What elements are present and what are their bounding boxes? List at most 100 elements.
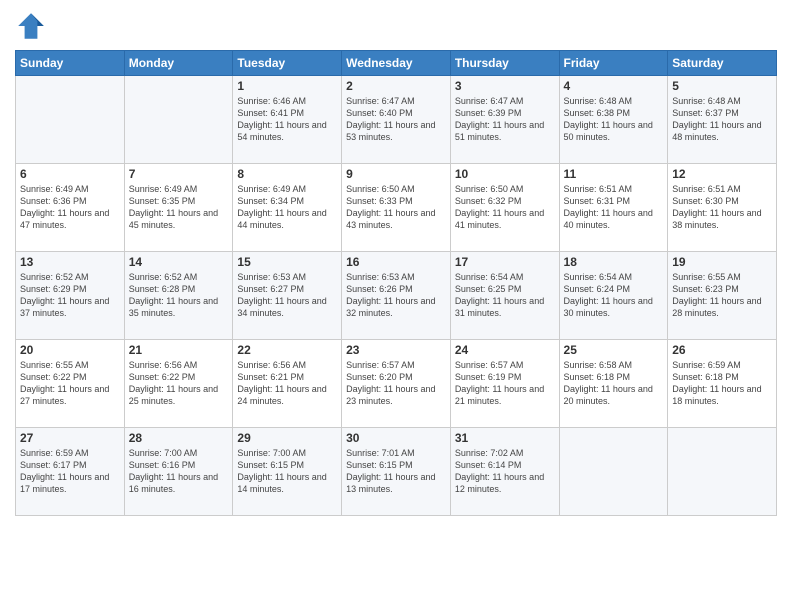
day-number: 7 [129,167,229,181]
calendar-cell: 4 Sunrise: 6:48 AM Sunset: 6:38 PM Daylig… [559,76,668,164]
day-number: 13 [20,255,120,269]
day-number: 2 [346,79,446,93]
calendar-cell: 25Sunrise: 6:58 AM Sunset: 6:18 PM Dayli… [559,340,668,428]
day-info: Sunrise: 7:00 AM Sunset: 6:16 PM Dayligh… [129,447,229,496]
logo-icon [15,10,47,42]
day-number: 6 [20,167,120,181]
calendar-cell: 6 Sunrise: 6:49 AM Sunset: 6:36 PM Daylig… [16,164,125,252]
day-info: Sunrise: 6:55 AM Sunset: 6:22 PM Dayligh… [20,359,120,408]
weekday-header: Monday [124,51,233,76]
calendar-cell: 2 Sunrise: 6:47 AM Sunset: 6:40 PM Daylig… [342,76,451,164]
calendar-cell: 24 Sunrise: 6:57 AM Sunset: 6:19 PM Dayli… [450,340,559,428]
day-info: Sunrise: 7:01 AM Sunset: 6:15 PM Dayligh… [346,447,446,496]
day-info: Sunrise: 6:53 AM Sunset: 6:27 PM Dayligh… [237,271,337,320]
day-info: Sunrise: 6:46 AM Sunset: 6:41 PM Dayligh… [237,95,337,144]
calendar-cell: 14Sunrise: 6:52 AM Sunset: 6:28 PM Dayli… [124,252,233,340]
weekday-header: Tuesday [233,51,342,76]
day-number: 16 [346,255,446,269]
calendar-cell: 7 Sunrise: 6:49 AM Sunset: 6:35 PM Daylig… [124,164,233,252]
day-number: 10 [455,167,555,181]
calendar-cell: 29 Sunrise: 7:00 AM Sunset: 6:15 PM Dayli… [233,428,342,516]
day-number: 30 [346,431,446,445]
day-info: Sunrise: 6:57 AM Sunset: 6:19 PM Dayligh… [455,359,555,408]
calendar-cell: 15 Sunrise: 6:53 AM Sunset: 6:27 PM Dayli… [233,252,342,340]
calendar-cell: 30 Sunrise: 7:01 AM Sunset: 6:15 PM Dayli… [342,428,451,516]
day-info: Sunrise: 6:48 AM Sunset: 6:38 PM Dayligh… [564,95,664,144]
day-info: Sunrise: 6:53 AM Sunset: 6:26 PM Dayligh… [346,271,446,320]
calendar-cell: 19Sunrise: 6:55 AM Sunset: 6:23 PM Dayli… [668,252,777,340]
calendar-cell: 23 Sunrise: 6:57 AM Sunset: 6:20 PM Dayli… [342,340,451,428]
calendar-cell: 1 Sunrise: 6:46 AM Sunset: 6:41 PM Daylig… [233,76,342,164]
calendar-cell: 18 Sunrise: 6:54 AM Sunset: 6:24 PM Dayli… [559,252,668,340]
day-number: 1 [237,79,337,93]
day-number: 20 [20,343,120,357]
day-info: Sunrise: 6:49 AM Sunset: 6:34 PM Dayligh… [237,183,337,232]
calendar-cell: 13 Sunrise: 6:52 AM Sunset: 6:29 PM Dayli… [16,252,125,340]
day-info: Sunrise: 7:02 AM Sunset: 6:14 PM Dayligh… [455,447,555,496]
day-number: 21 [129,343,229,357]
day-number: 3 [455,79,555,93]
calendar-cell [559,428,668,516]
calendar-cell [124,76,233,164]
calendar-cell: 17 Sunrise: 6:54 AM Sunset: 6:25 PM Dayli… [450,252,559,340]
calendar-cell: 12 Sunrise: 6:51 AM Sunset: 6:30 PM Dayli… [668,164,777,252]
day-number: 9 [346,167,446,181]
calendar-cell: 3Sunrise: 6:47 AM Sunset: 6:39 PM Daylig… [450,76,559,164]
calendar-cell: 21 Sunrise: 6:56 AM Sunset: 6:22 PM Dayli… [124,340,233,428]
day-info: Sunrise: 6:49 AM Sunset: 6:35 PM Dayligh… [129,183,229,232]
day-info: Sunrise: 6:50 AM Sunset: 6:33 PM Dayligh… [346,183,446,232]
day-number: 29 [237,431,337,445]
day-number: 18 [564,255,664,269]
day-number: 22 [237,343,337,357]
day-number: 23 [346,343,446,357]
calendar-cell: 31 Sunrise: 7:02 AM Sunset: 6:14 PM Dayli… [450,428,559,516]
day-number: 24 [455,343,555,357]
day-info: Sunrise: 7:00 AM Sunset: 6:15 PM Dayligh… [237,447,337,496]
day-info: Sunrise: 6:59 AM Sunset: 6:18 PM Dayligh… [672,359,772,408]
day-info: Sunrise: 6:52 AM Sunset: 6:29 PM Dayligh… [20,271,120,320]
weekday-header: Saturday [668,51,777,76]
day-info: Sunrise: 6:57 AM Sunset: 6:20 PM Dayligh… [346,359,446,408]
calendar-cell: 22 Sunrise: 6:56 AM Sunset: 6:21 PM Dayli… [233,340,342,428]
day-number: 12 [672,167,772,181]
weekday-header: Wednesday [342,51,451,76]
day-number: 28 [129,431,229,445]
day-number: 14 [129,255,229,269]
day-info: Sunrise: 6:51 AM Sunset: 6:31 PM Dayligh… [564,183,664,232]
day-info: Sunrise: 6:54 AM Sunset: 6:25 PM Dayligh… [455,271,555,320]
day-info: Sunrise: 6:59 AM Sunset: 6:17 PM Dayligh… [20,447,120,496]
calendar-cell: 28 Sunrise: 7:00 AM Sunset: 6:16 PM Dayli… [124,428,233,516]
weekday-header: Thursday [450,51,559,76]
day-number: 4 [564,79,664,93]
day-number: 31 [455,431,555,445]
day-info: Sunrise: 6:56 AM Sunset: 6:22 PM Dayligh… [129,359,229,408]
calendar-cell: 16 Sunrise: 6:53 AM Sunset: 6:26 PM Dayli… [342,252,451,340]
day-info: Sunrise: 6:49 AM Sunset: 6:36 PM Dayligh… [20,183,120,232]
calendar-cell: 10 Sunrise: 6:50 AM Sunset: 6:32 PM Dayli… [450,164,559,252]
calendar-cell: 5Sunrise: 6:48 AM Sunset: 6:37 PM Daylig… [668,76,777,164]
day-number: 8 [237,167,337,181]
day-info: Sunrise: 6:50 AM Sunset: 6:32 PM Dayligh… [455,183,555,232]
calendar-cell [668,428,777,516]
calendar-cell: 8 Sunrise: 6:49 AM Sunset: 6:34 PM Daylig… [233,164,342,252]
day-info: Sunrise: 6:47 AM Sunset: 6:40 PM Dayligh… [346,95,446,144]
calendar-cell: 20 Sunrise: 6:55 AM Sunset: 6:22 PM Dayli… [16,340,125,428]
day-number: 15 [237,255,337,269]
calendar-cell [16,76,125,164]
day-number: 19 [672,255,772,269]
page: SundayMondayTuesdayWednesdayThursdayFrid… [0,0,792,612]
day-number: 11 [564,167,664,181]
weekday-header: Sunday [16,51,125,76]
day-info: Sunrise: 6:51 AM Sunset: 6:30 PM Dayligh… [672,183,772,232]
calendar-cell: 11 Sunrise: 6:51 AM Sunset: 6:31 PM Dayli… [559,164,668,252]
calendar-table: SundayMondayTuesdayWednesdayThursdayFrid… [15,50,777,516]
header [15,10,777,42]
logo [15,10,51,42]
day-number: 27 [20,431,120,445]
calendar-cell: 9 Sunrise: 6:50 AM Sunset: 6:33 PM Daylig… [342,164,451,252]
day-info: Sunrise: 6:56 AM Sunset: 6:21 PM Dayligh… [237,359,337,408]
day-number: 17 [455,255,555,269]
day-info: Sunrise: 6:58 AM Sunset: 6:18 PM Dayligh… [564,359,664,408]
day-number: 5 [672,79,772,93]
day-info: Sunrise: 6:54 AM Sunset: 6:24 PM Dayligh… [564,271,664,320]
